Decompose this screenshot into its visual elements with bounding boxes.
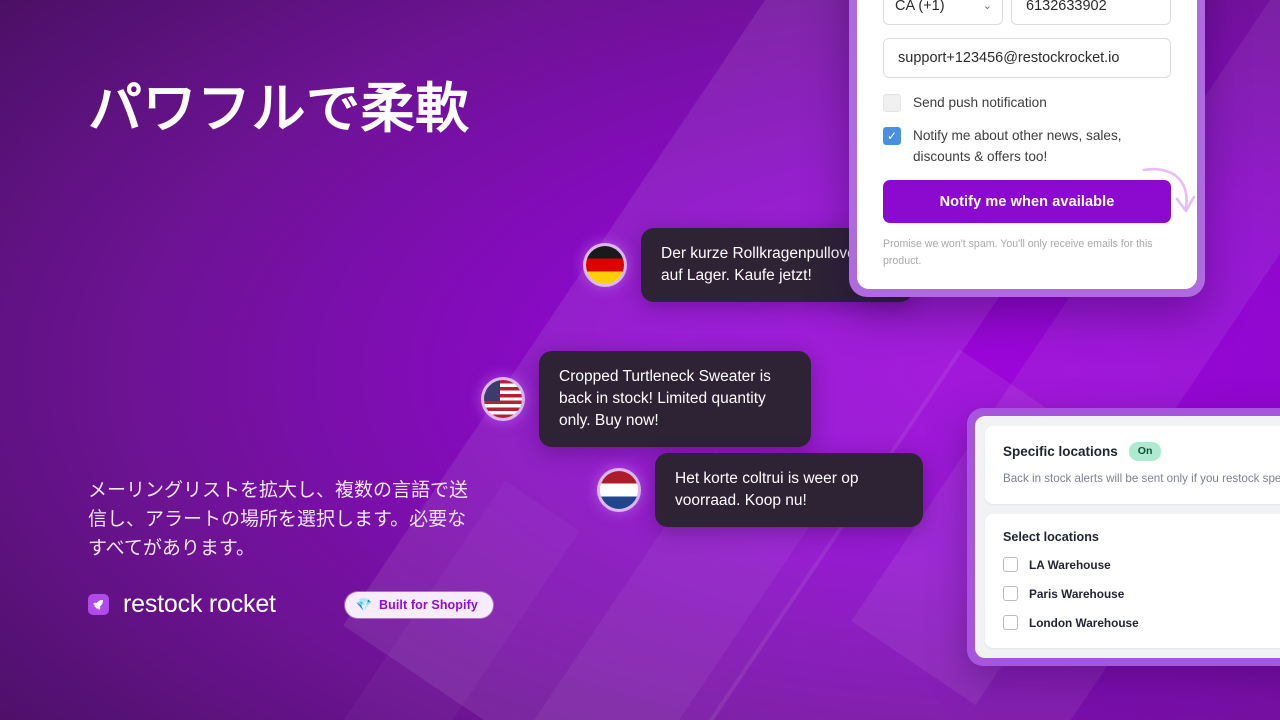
flag-usa-icon [481,377,525,422]
select-locations-panel: Select locations LA Warehouse Paris Ware… [985,514,1280,649]
checkmark-icon: ✓ [886,129,898,144]
status-badge: On [1128,442,1162,462]
location-item-london[interactable]: London Warehouse [1003,615,1280,631]
email-input[interactable]: support+123456@restockrocket.io [883,38,1171,78]
marketing-optin-label: Notify me about other news, sales, disco… [913,128,1122,164]
badge-label: Built for Shopify [379,597,478,612]
marketing-optin-row[interactable]: ✓ Notify me about other news, sales, dis… [883,126,1171,167]
hero-copy-block: パワフルで柔軟 [88,76,518,142]
location-checkbox-la[interactable] [1003,557,1018,573]
page-title: パワフルで柔軟 [88,77,470,140]
notify-me-button[interactable]: Notify me when available [883,180,1171,224]
notify-form-body: address below! Knit Wrap-front Cardigan … [857,0,1197,289]
specific-locations-card: Specific locations On Back in stock aler… [967,408,1280,667]
built-for-shopify-badge[interactable]: 💎 Built for Shopify [344,591,493,618]
country-code-value: CA (+1) [895,0,945,14]
phone-input[interactable]: 6132633902 [1011,0,1171,25]
phone-field-row: CA (+1) ⌄ 6132633902 [883,0,1171,25]
rocket-icon [88,594,109,615]
marketing-optin-checkbox[interactable]: ✓ [883,127,901,146]
specific-locations-body: Specific locations On Back in stock aler… [975,416,1280,659]
location-label-london: London Warehouse [1029,615,1139,630]
hero-subcopy: メーリングリストを拡大し、複数の言語で送信し、アラートの場所を選択します。必要な… [88,479,469,559]
brand-name: restock rocket [123,590,276,618]
flag-netherlands-icon [597,468,641,513]
location-label-paris: Paris Warehouse [1029,586,1125,601]
chat-bubble-dutch: Het korte coltrui is weer op voorraad. K… [597,453,923,528]
chat-bubble-english: Cropped Turtleneck Sweater is back in st… [481,351,811,448]
specific-locations-header: Specific locations On [1003,442,1280,462]
notify-form-card: address below! Knit Wrap-front Cardigan … [849,0,1205,297]
specific-locations-description: Back in stock alerts will be sent only i… [1003,472,1280,486]
chat-message-text: Het korte coltrui is weer op voorraad. K… [655,453,923,528]
specific-locations-title: Specific locations [1003,444,1118,460]
gem-icon: 💎 [355,596,372,612]
push-notification-row[interactable]: Send push notification [883,93,1171,113]
country-code-select[interactable]: CA (+1) ⌄ [883,0,1003,25]
chat-message-text: Cropped Turtleneck Sweater is back in st… [539,351,811,448]
location-item-paris[interactable]: Paris Warehouse [1003,586,1280,602]
location-checkbox-paris[interactable] [1003,586,1018,602]
flag-germany-icon [583,243,627,288]
location-checkbox-london[interactable] [1003,615,1018,631]
push-notification-label: Send push notification [913,95,1047,110]
chevron-down-icon: ⌄ [982,0,992,12]
brand-row: restock rocket 💎 Built for Shopify [88,590,493,619]
location-item-la[interactable]: LA Warehouse [1003,557,1280,573]
push-notification-checkbox[interactable] [883,94,901,112]
location-label-la: LA Warehouse [1029,557,1111,572]
promise-text: Promise we won't spam. You'll only recei… [883,238,1153,267]
select-locations-title: Select locations [1003,530,1099,545]
specific-locations-panel: Specific locations On Back in stock aler… [985,426,1280,505]
